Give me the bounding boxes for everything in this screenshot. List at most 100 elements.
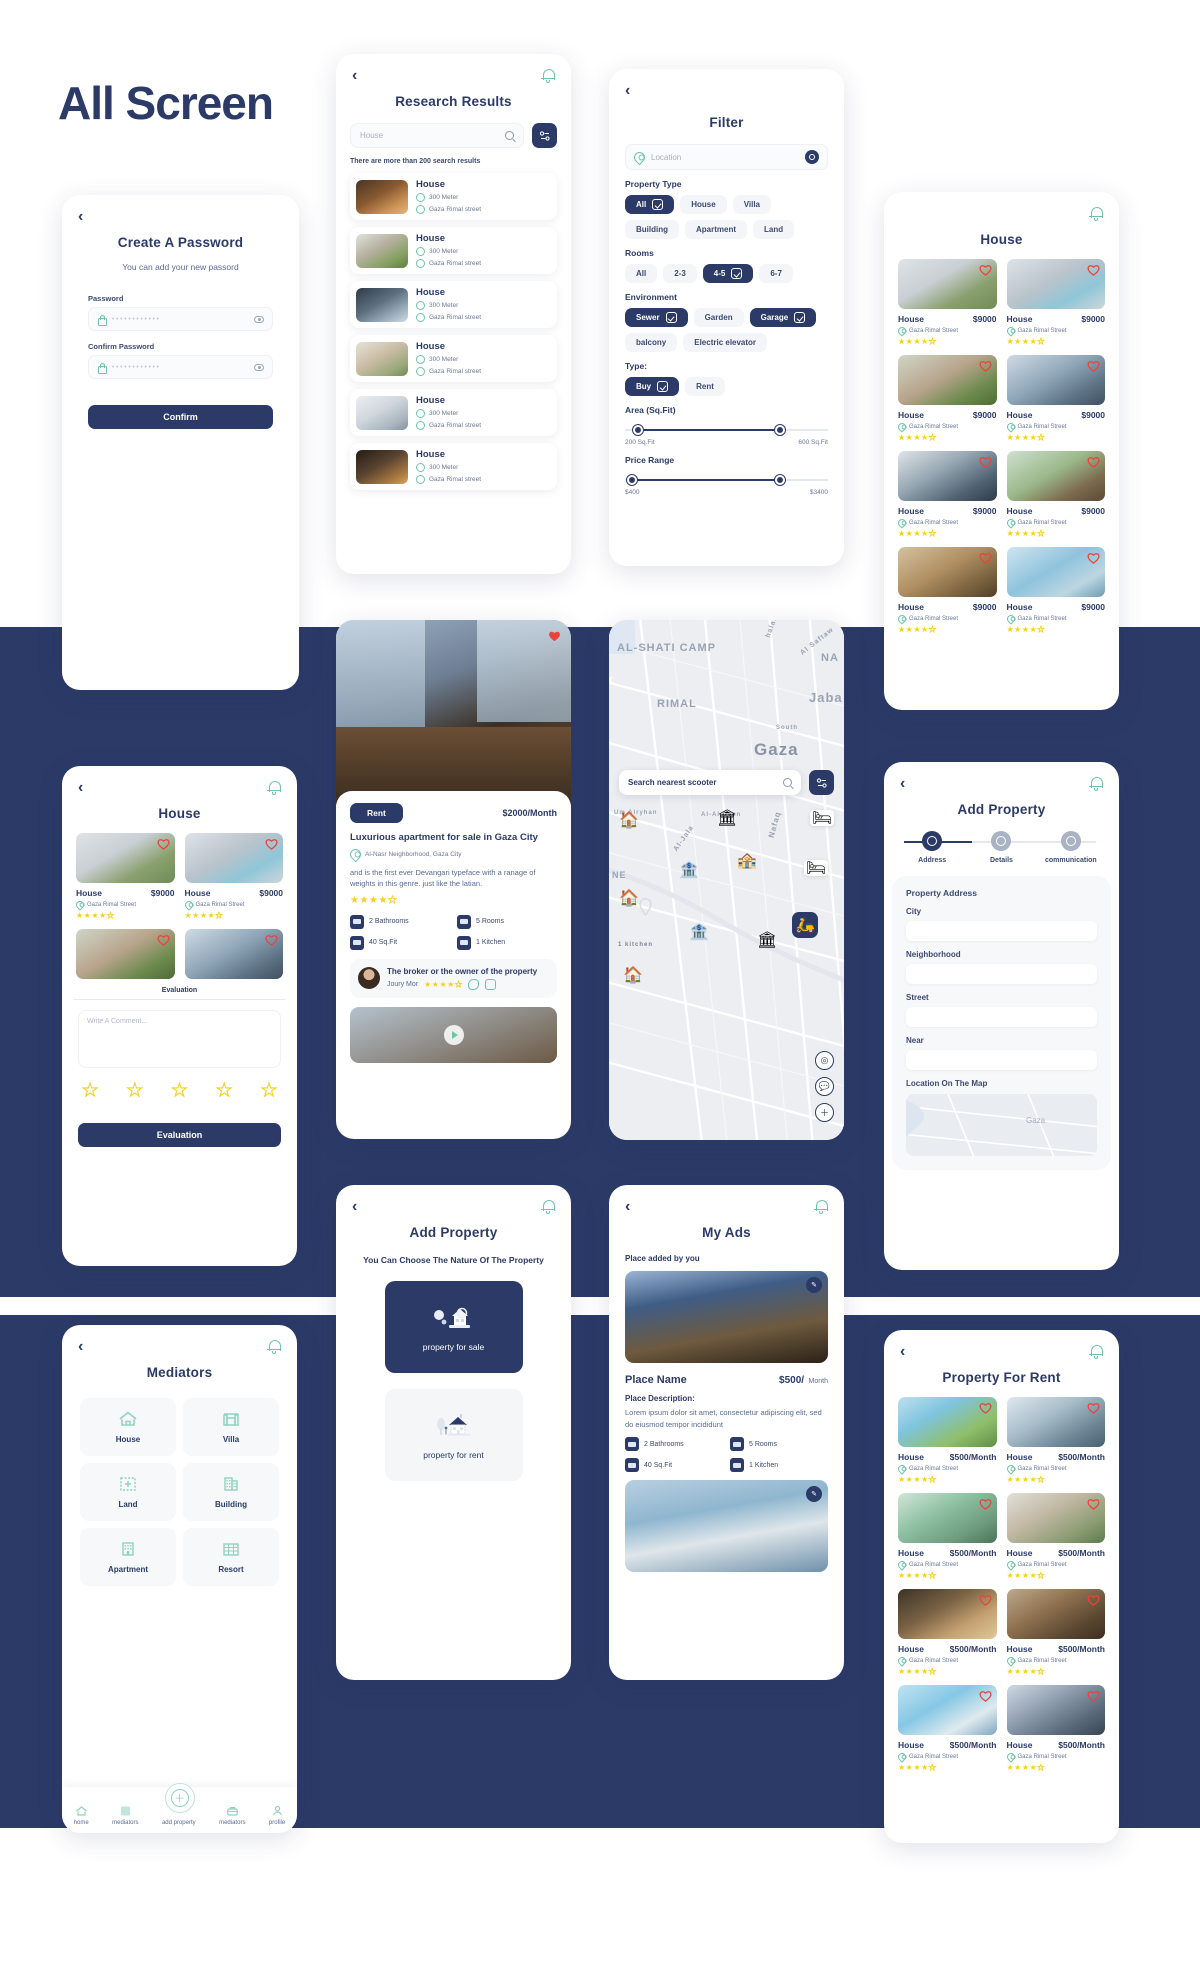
favorite-icon[interactable]: [548, 630, 561, 642]
rent-badge[interactable]: Rent: [350, 803, 403, 823]
map-canvas[interactable]: AL-SHATI CAMP RIMAL Gaza Jaba NA Al Saft…: [609, 620, 844, 1140]
chip-buy[interactable]: Buy: [625, 377, 680, 396]
bell-icon[interactable]: [541, 68, 555, 84]
property-card[interactable]: [184, 929, 283, 979]
step-details[interactable]: Details: [967, 831, 1035, 864]
property-card[interactable]: House $9000 Gaza Rimal Street ★★★★★: [1004, 355, 1105, 442]
map-marker-icon[interactable]: 🏠: [623, 965, 643, 984]
chevron-left-icon[interactable]: ‹: [609, 672, 613, 688]
bell-icon[interactable]: [1089, 1344, 1103, 1360]
message-icon[interactable]: [485, 978, 497, 990]
password-field[interactable]: ••••••••••••: [88, 307, 273, 331]
location-input[interactable]: Location: [625, 144, 828, 170]
category-villa[interactable]: Villa: [183, 1398, 279, 1456]
area-slider[interactable]: [625, 423, 828, 437]
star-icon[interactable]: ★: [126, 1079, 143, 1101]
list-item[interactable]: House 300 Meter Gaza Rimal street: [350, 335, 557, 382]
favorite-icon[interactable]: [265, 934, 278, 946]
map-marker-icon[interactable]: 🏠: [619, 888, 639, 907]
list-item[interactable]: House 300 Meter Gaza Rimal street: [350, 173, 557, 220]
input-neighborhood[interactable]: [906, 964, 1097, 984]
phone-icon[interactable]: [468, 978, 480, 990]
chevron-left-icon[interactable]: ‹: [900, 1344, 905, 1360]
chip-all[interactable]: All: [625, 195, 675, 214]
chevron-left-icon[interactable]: ‹: [78, 1339, 83, 1355]
eye-icon[interactable]: [254, 315, 264, 323]
filter-icon[interactable]: [532, 123, 557, 148]
plus-icon[interactable]: ＋: [815, 1103, 834, 1122]
property-card[interactable]: House $500/Month Gaza Rimal Street ★★★★★: [896, 1589, 997, 1676]
property-card[interactable]: House $9000 Gaza Rimal Street ★★★★★: [896, 259, 997, 346]
target-icon[interactable]: [805, 150, 819, 164]
favorite-icon[interactable]: [1087, 1690, 1100, 1702]
chevron-left-icon[interactable]: ‹: [78, 209, 83, 225]
category-building[interactable]: Building: [183, 1463, 279, 1521]
category-resort[interactable]: Resort: [183, 1528, 279, 1586]
property-card[interactable]: House $500/Month Gaza Rimal Street ★★★★★: [1004, 1589, 1105, 1676]
map-marker-icon[interactable]: 🏛: [757, 930, 777, 949]
chevron-left-icon[interactable]: ‹: [625, 83, 630, 99]
chip-4-5[interactable]: 4-5: [702, 264, 754, 283]
favorite-icon[interactable]: [265, 838, 278, 850]
nav-mediators[interactable]: mediators: [219, 1805, 245, 1826]
chip-garden[interactable]: Garden: [693, 308, 744, 327]
favorite-icon[interactable]: [1087, 360, 1100, 372]
bed-marker-icon[interactable]: 🛏: [810, 810, 834, 827]
nav-home[interactable]: home: [74, 1805, 89, 1826]
step-address[interactable]: Address: [898, 831, 966, 864]
nav-mediators[interactable]: mediators: [112, 1805, 139, 1826]
area-slider-min-knob[interactable]: [633, 425, 644, 435]
chat-icon[interactable]: 💬: [815, 1077, 834, 1096]
favorite-icon[interactable]: [1087, 1594, 1100, 1606]
bell-icon[interactable]: [541, 1199, 555, 1215]
property-card[interactable]: [76, 929, 175, 979]
category-apartment[interactable]: Apartment: [80, 1528, 176, 1586]
chip-electric-elevator[interactable]: Electric elevator: [683, 333, 768, 352]
map-marker-icon[interactable]: 🏠: [619, 810, 639, 829]
bell-icon[interactable]: [267, 780, 281, 796]
favorite-icon[interactable]: [1087, 1498, 1100, 1510]
property-card[interactable]: House $500/Month Gaza Rimal Street ★★★★★: [896, 1493, 997, 1580]
edit-icon[interactable]: ✎: [806, 1486, 822, 1503]
property-card[interactable]: House $500/Month Gaza Rimal Street ★★★★★: [896, 1397, 997, 1484]
search-icon[interactable]: [505, 131, 514, 140]
search-input[interactable]: House: [350, 123, 524, 148]
broker-card[interactable]: The broker or the owner of the property …: [350, 958, 557, 998]
chip-rent[interactable]: Rent: [685, 377, 725, 396]
favorite-icon[interactable]: [157, 838, 170, 850]
property-video-preview[interactable]: [350, 1006, 557, 1063]
list-item[interactable]: House 300 Meter Gaza Rimal street: [350, 281, 557, 328]
property-card[interactable]: House $500/Month Gaza Rimal Street ★★★★★: [1004, 1685, 1105, 1772]
map-marker-icon[interactable]: 🏦: [689, 922, 709, 941]
chevron-left-icon[interactable]: ‹: [352, 1199, 357, 1215]
category-land[interactable]: Land: [80, 1463, 176, 1521]
chip-6-7[interactable]: 6-7: [759, 264, 793, 283]
list-item[interactable]: House 300 Meter Gaza Rimal street: [350, 443, 557, 490]
chevron-left-icon[interactable]: ‹: [900, 776, 905, 792]
rating-stars[interactable]: ★ ★ ★ ★ ★: [78, 1079, 281, 1101]
property-card[interactable]: House $9000 Gaza Rimal Street ★★★★★: [182, 833, 283, 920]
location-map[interactable]: Gaza: [906, 1094, 1097, 1156]
comment-input[interactable]: Write A Comment...: [78, 1010, 281, 1068]
favorite-icon[interactable]: [979, 264, 992, 276]
evaluation-button[interactable]: Evaluation: [78, 1123, 281, 1147]
favorite-icon[interactable]: [979, 1498, 992, 1510]
favorite-icon[interactable]: [979, 1594, 992, 1606]
locate-icon[interactable]: ◎: [815, 1051, 834, 1070]
list-item[interactable]: House 300 Meter Gaza Rimal street: [350, 389, 557, 436]
input-street[interactable]: [906, 1007, 1097, 1027]
chip-balcony[interactable]: balcony: [625, 333, 678, 352]
option-property-for-sale[interactable]: property for sale: [384, 1281, 523, 1373]
property-card[interactable]: House $9000 Gaza Rimal Street ★★★★★: [896, 547, 997, 634]
favorite-icon[interactable]: [979, 360, 992, 372]
chip-2-3[interactable]: 2-3: [663, 264, 697, 283]
eye-icon[interactable]: [254, 363, 264, 371]
search-input[interactable]: Search nearest scooter: [619, 770, 801, 795]
chip-building[interactable]: Building: [625, 220, 679, 239]
price-slider-max-knob[interactable]: [775, 475, 786, 485]
chip-garage[interactable]: Garage: [749, 308, 817, 327]
bell-icon[interactable]: [1089, 776, 1103, 792]
bell-icon[interactable]: [1089, 206, 1103, 222]
property-card[interactable]: House $500/Month Gaza Rimal Street ★★★★★: [1004, 1493, 1105, 1580]
location-pin-icon[interactable]: [639, 897, 652, 917]
